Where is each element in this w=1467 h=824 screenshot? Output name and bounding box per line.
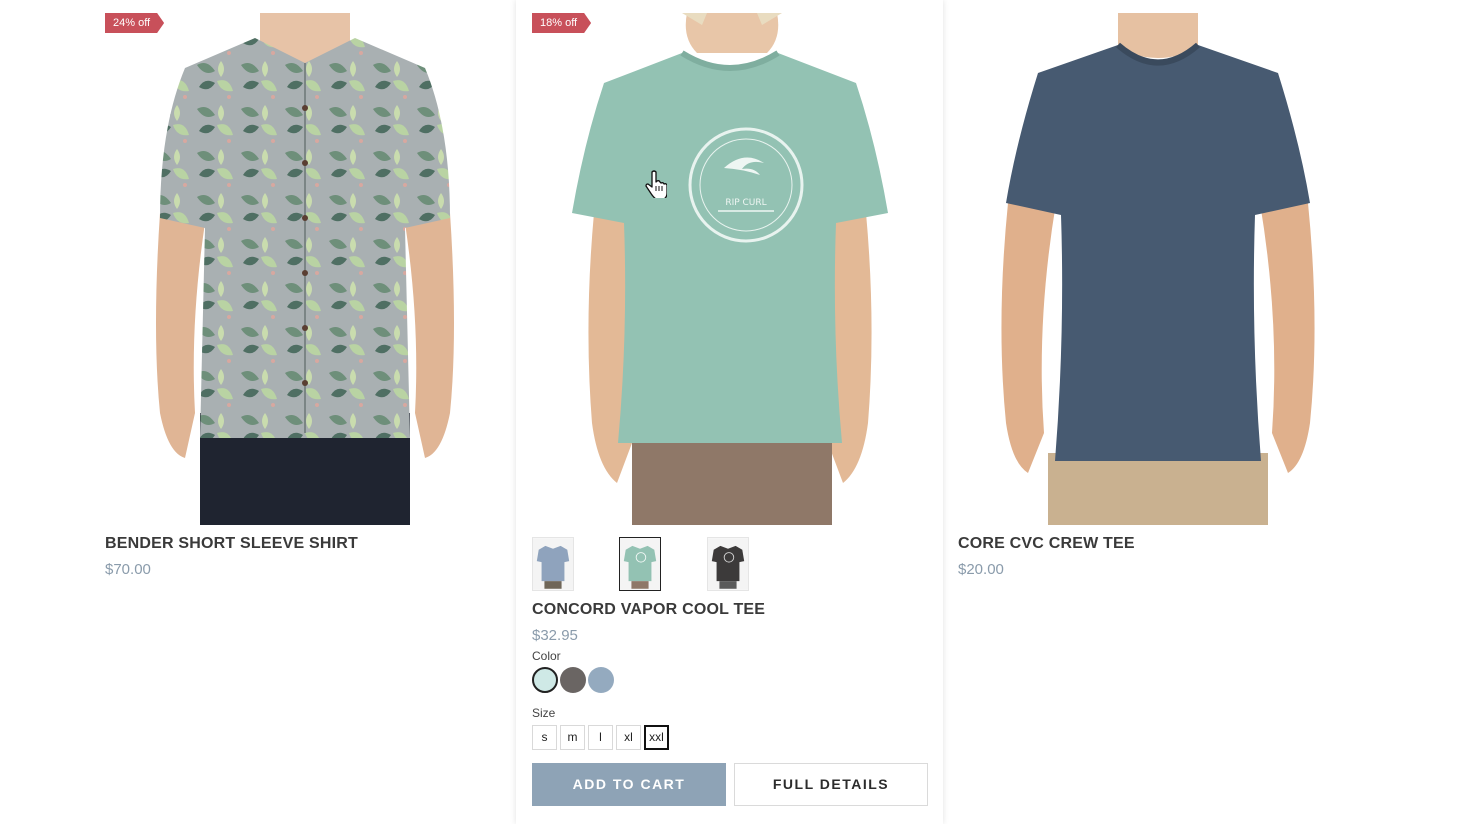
product-price: $70.00 bbox=[105, 561, 151, 578]
full-details-button[interactable]: FULL DETAILS bbox=[734, 763, 928, 806]
product-title[interactable]: CORE CVC CREW TEE bbox=[958, 535, 1135, 553]
product-title[interactable]: BENDER SHORT SLEEVE SHIRT bbox=[105, 535, 358, 553]
color-swatch-blue[interactable] bbox=[588, 667, 614, 693]
color-label: Color bbox=[532, 649, 561, 663]
color-swatch-mint[interactable] bbox=[532, 667, 558, 693]
product-price: $20.00 bbox=[958, 561, 1004, 578]
svg-text:RIP CURL: RIP CURL bbox=[725, 198, 766, 208]
thumbnail-blue[interactable] bbox=[532, 537, 574, 591]
size-option-l[interactable]: l bbox=[588, 725, 613, 750]
size-option-m[interactable]: m bbox=[560, 725, 585, 750]
product-title[interactable]: CONCORD VAPOR COOL TEE bbox=[532, 601, 765, 619]
product-card-concord[interactable]: 18% off RIP CURL CONCORD VAPOR COOL TEE … bbox=[516, 0, 943, 824]
floral-shirt-photo-icon bbox=[156, 13, 454, 525]
charcoal-tee-thumbnail-icon bbox=[708, 538, 748, 590]
product-image[interactable] bbox=[958, 13, 1358, 525]
hand-cursor-icon bbox=[645, 170, 667, 198]
color-swatch-charcoal[interactable] bbox=[560, 667, 586, 693]
size-option-s[interactable]: s bbox=[532, 725, 557, 750]
navy-tee-photo-icon bbox=[1001, 13, 1315, 525]
discount-badge: 24% off bbox=[105, 13, 164, 33]
blue-tee-thumbnail-icon bbox=[533, 538, 573, 590]
mint-tee-thumbnail-icon bbox=[620, 538, 660, 590]
thumbnail-charcoal[interactable] bbox=[707, 537, 749, 591]
size-label: Size bbox=[532, 706, 556, 720]
product-image[interactable]: RIP CURL bbox=[532, 13, 928, 525]
discount-badge: 18% off bbox=[532, 13, 591, 33]
add-to-cart-button[interactable]: ADD TO CART bbox=[532, 763, 726, 806]
thumbnail-mint[interactable] bbox=[619, 537, 661, 591]
size-option-xxl[interactable]: xxl bbox=[644, 725, 669, 750]
thumbnail-strip bbox=[532, 537, 928, 591]
product-image[interactable] bbox=[105, 13, 505, 525]
size-option-xl[interactable]: xl bbox=[616, 725, 641, 750]
mint-tee-photo-icon: RIP CURL bbox=[572, 13, 888, 525]
product-price: $32.95 bbox=[532, 627, 578, 644]
